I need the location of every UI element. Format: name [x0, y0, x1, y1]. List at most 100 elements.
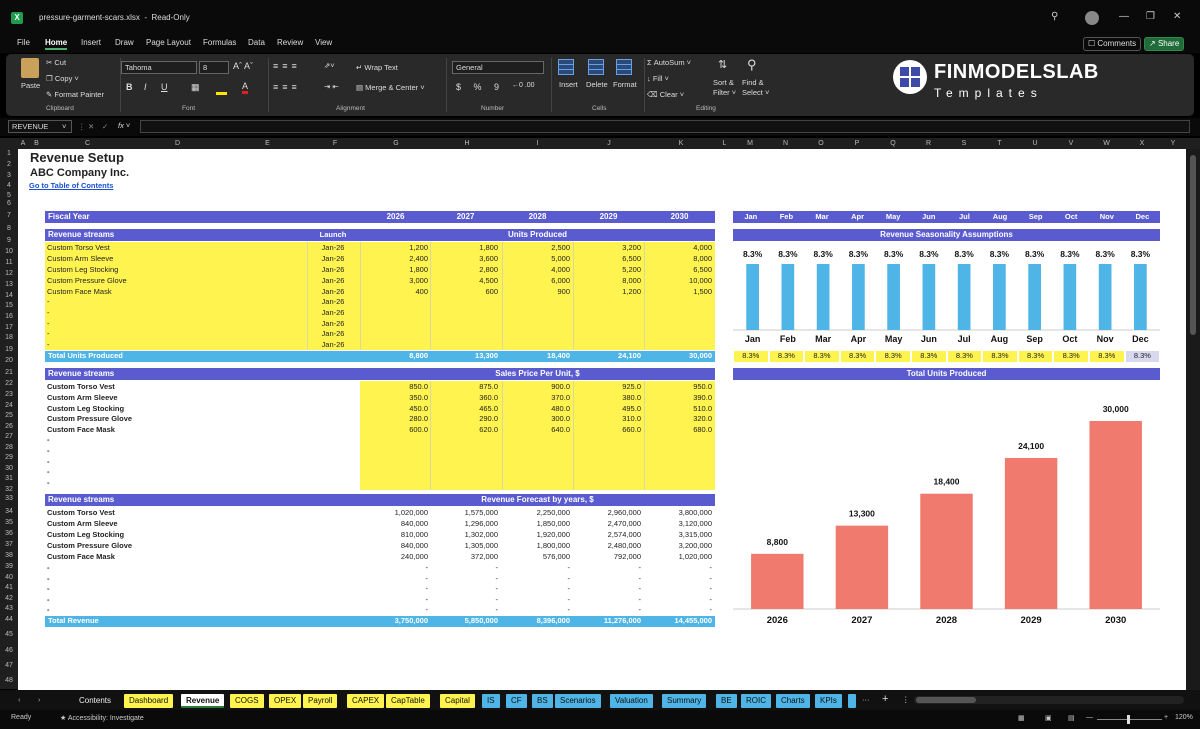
- row-header[interactable]: 11: [0, 258, 18, 268]
- row-header[interactable]: 3: [0, 171, 18, 181]
- forecast-value[interactable]: 2,470,000: [573, 519, 641, 529]
- forecast-value[interactable]: 1,020,000: [644, 552, 712, 562]
- launch-date[interactable]: Jan-26: [307, 243, 359, 253]
- launch-date[interactable]: Jan-26: [307, 265, 359, 275]
- row-header[interactable]: 47: [0, 661, 18, 671]
- tab-bs[interactable]: BS: [532, 694, 553, 708]
- price-value[interactable]: 660.0: [573, 425, 641, 435]
- forecast-value[interactable]: 3,200,000: [644, 541, 712, 551]
- horizontal-align-icon[interactable]: ≡≡≡: [273, 82, 301, 92]
- stream-name[interactable]: Custom Face Mask: [47, 425, 115, 435]
- units-value[interactable]: 5,000: [502, 254, 570, 264]
- column-header[interactable]: E: [225, 138, 310, 149]
- sort-filter-icon[interactable]: ⇅: [718, 58, 727, 71]
- units-value[interactable]: 1,500: [644, 287, 712, 297]
- avatar[interactable]: [1085, 11, 1099, 25]
- row-header[interactable]: 4: [0, 181, 18, 191]
- column-header[interactable]: U: [1017, 138, 1053, 149]
- stream-name[interactable]: -: [47, 308, 50, 318]
- toc-link[interactable]: Go to Table of Contents: [29, 181, 113, 191]
- forecast-value[interactable]: -: [502, 595, 571, 605]
- column-header[interactable]: D: [130, 138, 225, 149]
- forecast-value[interactable]: -: [502, 605, 571, 615]
- stream-name[interactable]: Custom Leg Stocking: [47, 265, 118, 275]
- price-value[interactable]: 370.0: [502, 393, 570, 403]
- tab-charts[interactable]: Charts: [776, 694, 810, 708]
- price-value[interactable]: 925.0: [573, 382, 641, 392]
- units-value[interactable]: 6,500: [573, 254, 641, 264]
- row-header[interactable]: 25: [0, 411, 18, 421]
- search-icon[interactable]: ⚲: [1051, 11, 1058, 22]
- delete-cells-icon[interactable]: [588, 59, 604, 75]
- column-header[interactable]: V: [1053, 138, 1089, 149]
- stream-name[interactable]: Custom Face Mask: [47, 287, 112, 297]
- forecast-value[interactable]: 1,920,000: [502, 530, 570, 540]
- format-painter-button[interactable]: ✎ Format Painter: [46, 90, 104, 99]
- stream-name[interactable]: Custom Torso Vest: [47, 243, 110, 253]
- forecast-value[interactable]: -: [430, 574, 499, 584]
- comments-button[interactable]: ☐ Comments: [1083, 37, 1142, 51]
- row-header[interactable]: 16: [0, 312, 18, 322]
- format-button[interactable]: Format: [613, 80, 637, 89]
- column-header[interactable]: Y: [1160, 138, 1186, 149]
- row-header[interactable]: 24: [0, 401, 18, 411]
- tab-scenarios[interactable]: Scenarios: [555, 694, 601, 708]
- row-header[interactable]: 26: [0, 422, 18, 432]
- tab-payroll[interactable]: Payroll: [303, 694, 338, 708]
- forecast-value[interactable]: 2,960,000: [573, 508, 641, 518]
- column-header[interactable]: Q: [875, 138, 911, 149]
- row-header[interactable]: 18: [0, 333, 18, 343]
- price-value[interactable]: 950.0: [644, 382, 712, 392]
- column-header[interactable]: W: [1089, 138, 1124, 149]
- row-header[interactable]: 8: [0, 224, 18, 234]
- menu-data[interactable]: Data: [248, 38, 265, 47]
- column-header[interactable]: G: [360, 138, 432, 149]
- row-header[interactable]: 40: [0, 573, 18, 583]
- forecast-value[interactable]: 1,296,000: [430, 519, 498, 529]
- price-value[interactable]: 620.0: [430, 425, 498, 435]
- row-header[interactable]: 7: [0, 211, 18, 221]
- column-header[interactable]: R: [911, 138, 946, 149]
- row-header[interactable]: 43: [0, 604, 18, 614]
- row-header[interactable]: 39: [0, 562, 18, 572]
- forecast-value[interactable]: 372,000: [430, 552, 498, 562]
- menu-draw[interactable]: Draw: [115, 38, 134, 47]
- row-header[interactable]: 12: [0, 269, 18, 279]
- close-icon[interactable]: ✕: [1173, 11, 1181, 22]
- tab-capital[interactable]: Capital: [440, 694, 475, 708]
- tab-be[interactable]: BE: [716, 694, 737, 708]
- launch-date[interactable]: Jan-26: [307, 308, 359, 318]
- units-value[interactable]: 3,200: [573, 243, 641, 253]
- forecast-value[interactable]: -: [644, 605, 713, 615]
- zoom-in-icon[interactable]: +: [1164, 714, 1168, 721]
- name-box-dropdown-icon[interactable]: ˅: [62, 122, 66, 131]
- units-value[interactable]: 5,200: [573, 265, 641, 275]
- merge-center-button[interactable]: ▤ Merge & Center ˅: [356, 83, 425, 92]
- row-header[interactable]: 23: [0, 390, 18, 400]
- forecast-value[interactable]: 1,575,000: [430, 508, 498, 518]
- units-value[interactable]: 8,000: [573, 276, 641, 286]
- price-value[interactable]: 495.0: [573, 404, 641, 414]
- seasonality-value[interactable]: 8.3%: [769, 351, 804, 362]
- font-color-icon[interactable]: A: [242, 82, 249, 94]
- tab-revenue[interactable]: Revenue: [181, 694, 225, 708]
- stream-name[interactable]: Custom Arm Sleeve: [47, 254, 113, 264]
- find-select-button[interactable]: Find & Select ˅: [742, 78, 769, 98]
- menu-view[interactable]: View: [315, 38, 332, 47]
- row-header[interactable]: 22: [0, 379, 18, 389]
- units-value[interactable]: 4,000: [644, 243, 712, 253]
- fill-color-icon[interactable]: [216, 92, 227, 95]
- forecast-value[interactable]: 2,574,000: [573, 530, 641, 540]
- column-header[interactable]: L: [717, 138, 732, 149]
- units-value[interactable]: 4,000: [502, 265, 570, 275]
- sort-filter-button[interactable]: Sort & Filter ˅: [713, 78, 736, 98]
- stream-name[interactable]: Custom Arm Sleeve: [47, 519, 118, 529]
- price-value[interactable]: 480.0: [502, 404, 570, 414]
- format-cells-icon[interactable]: [616, 59, 632, 75]
- stream-name[interactable]: -: [47, 563, 50, 573]
- units-value[interactable]: 10,000: [644, 276, 712, 286]
- forecast-value[interactable]: 3,120,000: [644, 519, 712, 529]
- forecast-value[interactable]: -: [644, 574, 713, 584]
- tab-kpis[interactable]: KPIs: [815, 694, 842, 708]
- row-header[interactable]: 21: [0, 368, 18, 378]
